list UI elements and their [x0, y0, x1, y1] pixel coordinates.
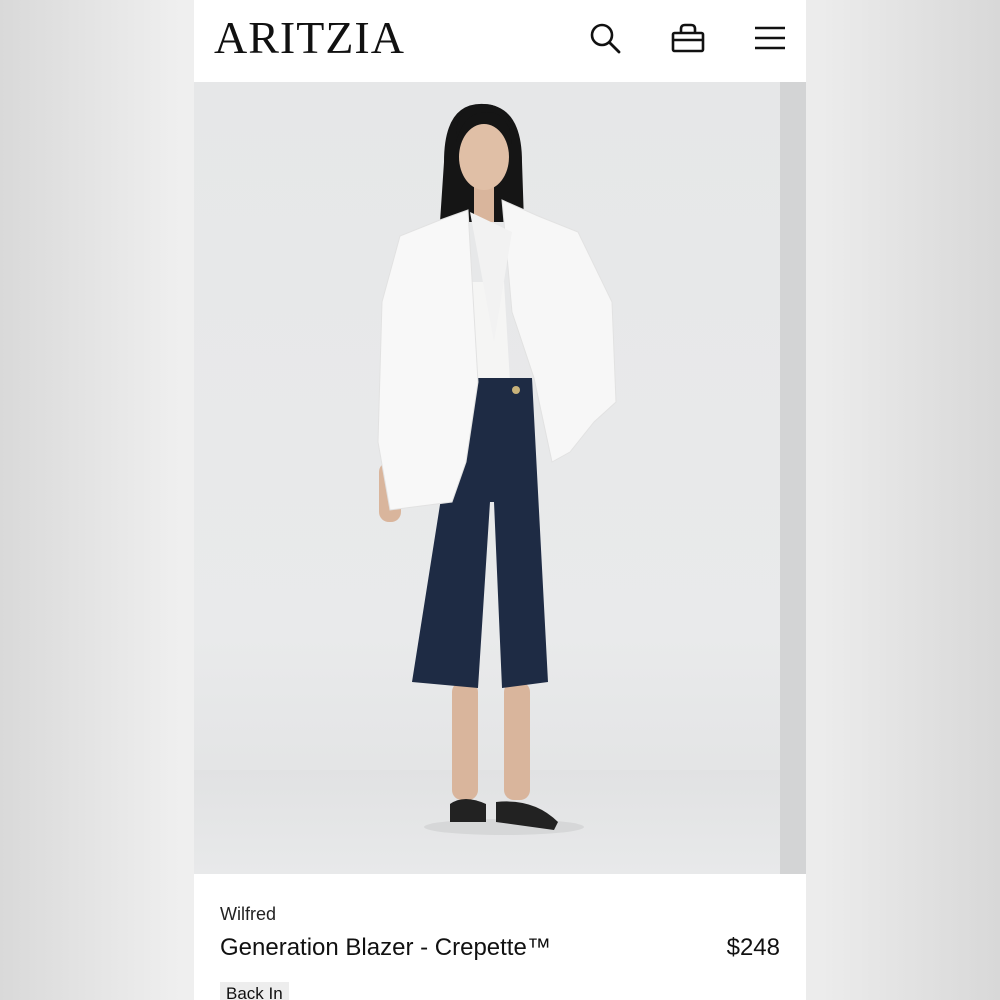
search-icon — [590, 23, 621, 54]
product-photo[interactable] — [194, 82, 780, 874]
shopping-bag-button[interactable] — [668, 18, 708, 58]
site-header: ARITZIA — [194, 0, 806, 82]
product-brand[interactable]: Wilfred — [220, 904, 276, 925]
status-badge: Back In — [220, 982, 289, 1000]
menu-icon — [755, 26, 785, 50]
bag-icon — [671, 23, 705, 53]
next-image-peek[interactable] — [780, 82, 806, 874]
product-info: Wilfred Generation Blazer - Crepette™ $2… — [194, 874, 806, 1000]
search-button[interactable] — [585, 18, 625, 58]
menu-button[interactable] — [750, 18, 790, 58]
product-image-carousel[interactable] — [194, 82, 806, 874]
model-figure — [377, 103, 617, 835]
aritzia-logo[interactable]: ARITZIA — [214, 12, 405, 64]
product-name[interactable]: Generation Blazer - Crepette™ — [220, 934, 551, 962]
product-price: $248 — [726, 934, 780, 961]
product-page: ARITZIA Wilfred Generation Blazer - Crep… — [194, 0, 806, 1000]
